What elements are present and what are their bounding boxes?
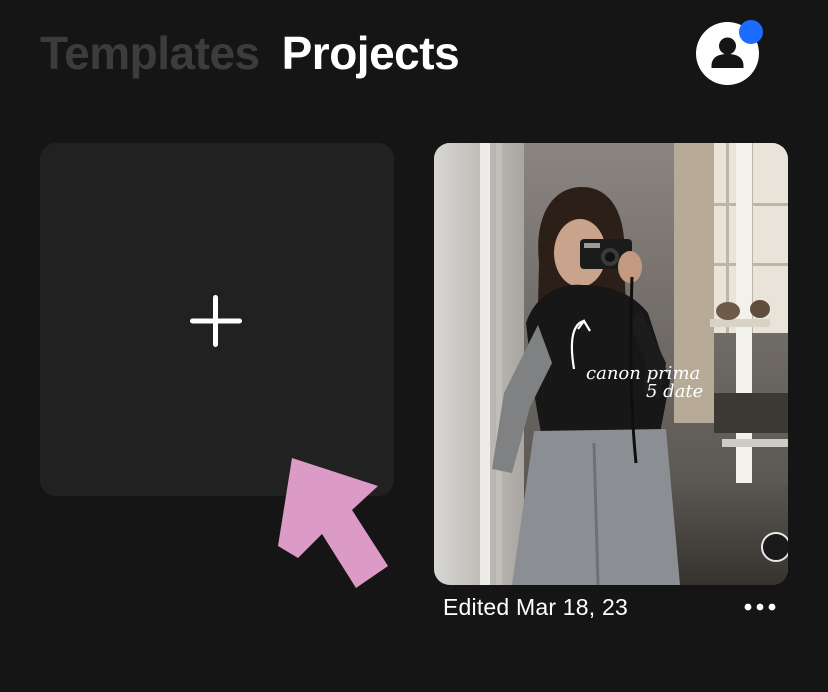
more-horizontal-icon xyxy=(744,603,776,611)
project-edited-label: Edited Mar 18, 23 xyxy=(443,594,628,620)
new-project-button[interactable] xyxy=(40,143,394,496)
project-thumbnail[interactable]: canon prima 5 date xyxy=(434,143,788,585)
project-more-options-button[interactable] xyxy=(740,594,780,620)
tab-templates[interactable]: Templates xyxy=(40,26,260,80)
header-tabs: Templates Projects xyxy=(40,26,460,80)
plus-icon xyxy=(190,295,242,347)
thumbnail-photo: canon prima 5 date xyxy=(434,143,788,585)
annotation-arrow-icon xyxy=(270,450,400,600)
tab-projects[interactable]: Projects xyxy=(282,26,460,80)
projects-screen: Templates Projects canon prima 5 date Ed… xyxy=(0,0,828,692)
thumbnail-caption-line2: 5 date xyxy=(646,381,703,402)
notification-badge xyxy=(739,20,763,44)
